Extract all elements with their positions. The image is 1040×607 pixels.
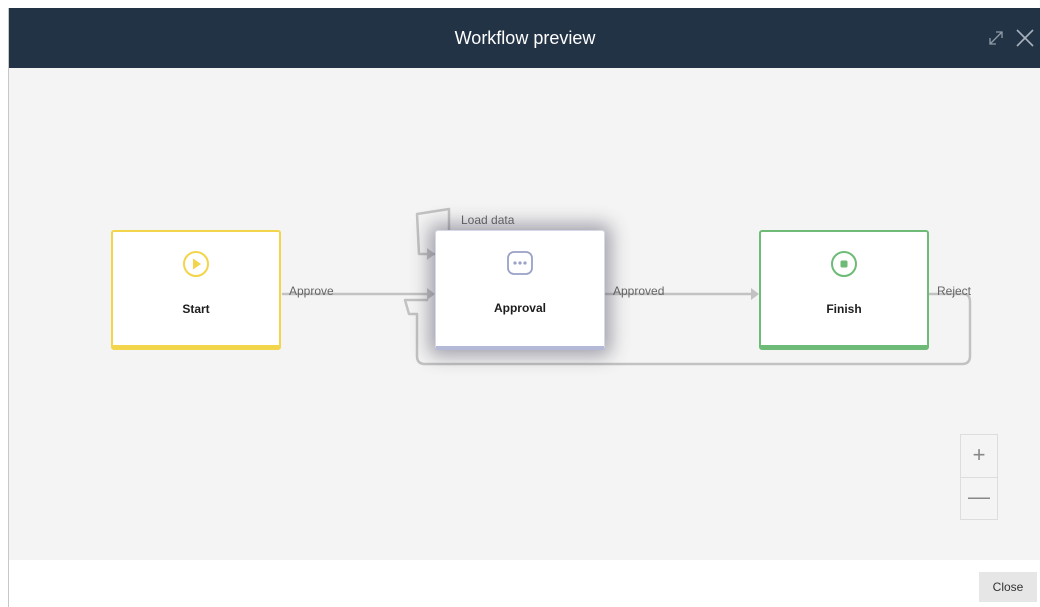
- stop-circle-icon: [830, 250, 858, 278]
- node-start[interactable]: Start: [111, 230, 281, 350]
- more-dots-icon: [506, 249, 534, 277]
- expand-icon[interactable]: [984, 26, 1008, 50]
- left-margin: [0, 0, 8, 607]
- dialog-title: Workflow preview: [454, 28, 596, 48]
- edge-label-reject: Reject: [937, 284, 972, 298]
- workflow-canvas[interactable]: Approve Load data Approved Reject Start: [9, 68, 1040, 560]
- edge-label-approve: Approve: [289, 284, 334, 298]
- node-approval-label: Approval: [493, 301, 546, 315]
- zoom-in-button[interactable]: +: [961, 435, 997, 478]
- node-start-label: Start: [182, 302, 210, 316]
- node-finish-label: Finish: [826, 302, 862, 316]
- arrow-approved: [751, 288, 759, 300]
- play-circle-icon: [182, 250, 210, 278]
- dialog-footer: Close: [9, 560, 1040, 607]
- node-finish[interactable]: Finish: [759, 230, 929, 350]
- edge-label-load-data: Load data: [461, 213, 515, 227]
- arrow-load-data: [427, 248, 435, 260]
- zoom-controls: + —: [960, 434, 998, 520]
- close-icon[interactable]: [1013, 26, 1037, 50]
- close-button[interactable]: Close: [979, 572, 1037, 602]
- zoom-out-button[interactable]: —: [961, 477, 997, 519]
- dialog-header: Workflow preview: [9, 8, 1040, 68]
- workflow-preview-dialog: Workflow preview Approve Load data Appro…: [8, 8, 1040, 607]
- arrow-approve: [427, 288, 435, 300]
- node-approval[interactable]: Approval: [435, 230, 605, 350]
- edge-label-approved: Approved: [613, 284, 665, 298]
